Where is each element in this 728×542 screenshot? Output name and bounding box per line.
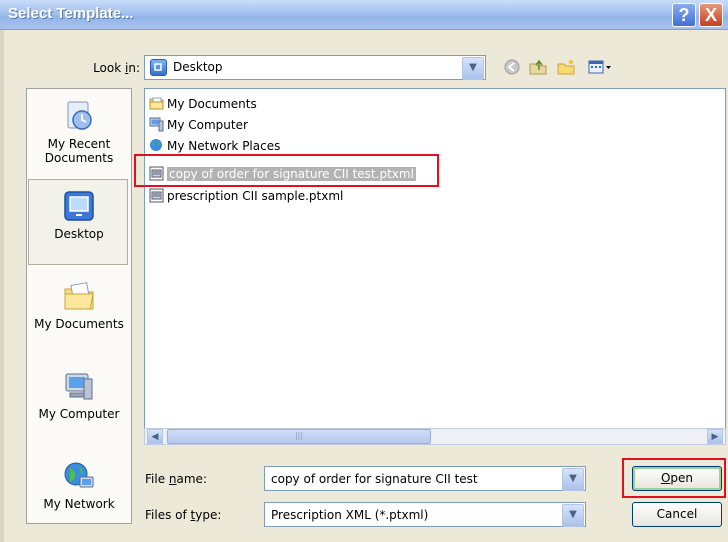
ptxml-file-icon: [149, 188, 164, 203]
list-item[interactable]: prescription CII sample.ptxml: [149, 188, 343, 206]
horizontal-scrollbar[interactable]: ◀ ||| ▶: [144, 428, 726, 445]
annotation-highlight-box: [622, 458, 726, 498]
place-my-computer[interactable]: My Computer: [27, 369, 131, 421]
file-name-field[interactable]: copy of order for signature CII test ▼: [264, 466, 586, 491]
annotation-highlight-box: [134, 154, 439, 187]
window-title: Select Template...: [8, 5, 134, 22]
list-item[interactable]: My Computer: [149, 117, 248, 135]
chevron-down-icon[interactable]: ▼: [562, 504, 584, 527]
title-bar[interactable]: Select Template... ? X: [0, 0, 728, 30]
place-my-recent-documents[interactable]: My Recent Documents: [27, 99, 131, 165]
look-in-label: Look in:: [93, 61, 140, 75]
views-menu-icon[interactable]: [586, 58, 616, 78]
place-label: My Recent: [47, 137, 111, 151]
place-label: My Documents: [34, 317, 124, 331]
cancel-button[interactable]: Cancel: [632, 502, 722, 527]
look-in-value: Desktop: [173, 60, 223, 74]
chevron-down-icon[interactable]: ▼: [562, 468, 584, 491]
place-my-documents[interactable]: My Documents: [27, 279, 131, 331]
chevron-down-icon[interactable]: ▼: [462, 57, 484, 80]
network-icon: [149, 138, 164, 153]
place-my-network[interactable]: My Network: [27, 459, 131, 511]
place-label: Desktop: [54, 227, 104, 241]
place-label: My Computer: [38, 407, 120, 421]
file-name-label: File name:: [145, 472, 207, 486]
place-label: My Network: [43, 497, 115, 511]
file-name-value: copy of order for signature CII test: [271, 472, 478, 486]
close-button[interactable]: X: [699, 3, 723, 27]
recent-documents-icon: [62, 99, 96, 133]
my-documents-icon: [62, 279, 96, 313]
place-desktop[interactable]: Desktop: [27, 189, 131, 241]
file-type-label: Files of type:: [145, 508, 222, 522]
my-network-icon: [62, 459, 96, 493]
file-type-dropdown[interactable]: Prescription XML (*.ptxml) ▼: [264, 502, 586, 527]
file-type-value: Prescription XML (*.ptxml): [271, 508, 429, 522]
window-frame: [0, 30, 4, 542]
places-bar: My Recent Documents Desktop My Documents…: [26, 88, 132, 524]
computer-icon: [149, 117, 164, 132]
list-item[interactable]: My Documents: [149, 96, 257, 114]
scroll-right-icon[interactable]: ▶: [707, 429, 723, 444]
back-icon[interactable]: [502, 58, 522, 78]
my-computer-icon: [62, 369, 96, 403]
desktop-icon: [62, 189, 96, 223]
look-in-dropdown[interactable]: Desktop ▼: [144, 55, 486, 80]
scrollbar-thumb[interactable]: |||: [167, 429, 431, 444]
up-folder-icon[interactable]: [528, 58, 548, 78]
place-label: Documents: [44, 151, 114, 165]
new-folder-icon[interactable]: [556, 58, 576, 78]
folder-icon: [149, 96, 164, 111]
file-list[interactable]: My Documents My Computer My Network Plac…: [144, 88, 726, 444]
help-button[interactable]: ?: [672, 3, 696, 27]
scroll-left-icon[interactable]: ◀: [147, 429, 163, 444]
desktop-small-icon: [150, 59, 167, 76]
